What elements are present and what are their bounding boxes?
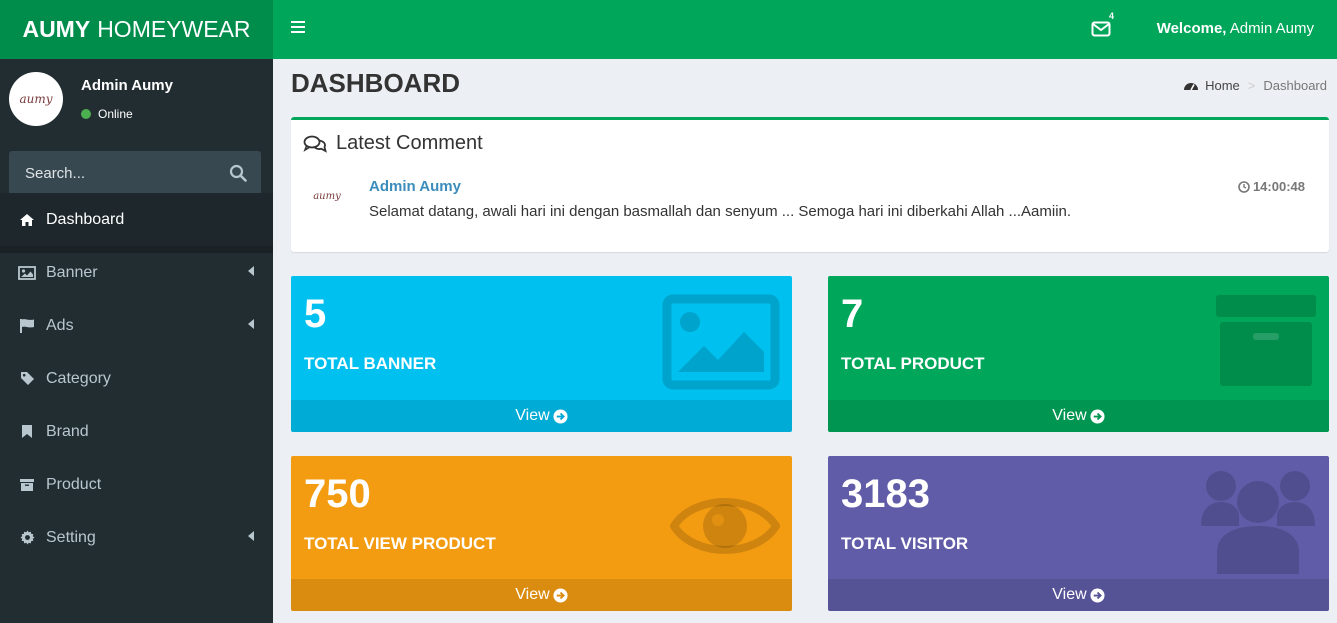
online-status-icon — [81, 109, 91, 119]
caret-left-icon — [248, 319, 254, 329]
comment-time: 14:00:48 — [1238, 179, 1305, 194]
sidebar-item-dashboard[interactable]: Dashboard — [0, 193, 273, 246]
sidebar-item-label: Category — [46, 369, 111, 387]
comment-text: Selamat datang, awali hari ini dengan ba… — [369, 203, 1072, 220]
view-banner-link[interactable]: View — [291, 400, 792, 432]
home-icon — [18, 212, 36, 228]
gear-icon — [18, 530, 36, 546]
sidebar-item-banner[interactable]: Banner — [0, 246, 273, 299]
image-icon — [662, 294, 780, 390]
stat-box-total-banner: 5 TOTAL BANNER View — [291, 276, 792, 432]
view-product-link[interactable]: View — [828, 400, 1329, 432]
page-title: DASHBOARD — [291, 68, 460, 98]
dashboard-gauge-icon — [1184, 83, 1199, 91]
arrow-circle-right-icon — [553, 587, 568, 603]
stat-box-total-visitor: 3183 TOTAL VISITOR View — [828, 456, 1329, 611]
flag-icon — [18, 318, 36, 334]
tag-icon — [18, 371, 36, 387]
stat-box-total-view-product: 750 TOTAL VIEW PRODUCT View — [291, 456, 792, 611]
stat-value: 750 — [304, 472, 371, 516]
breadcrumb-separator: > — [1247, 78, 1256, 93]
archive-icon — [18, 477, 36, 493]
welcome-name: Admin Aumy — [1229, 20, 1314, 37]
breadcrumb-home-link[interactable]: Home — [1205, 78, 1240, 93]
view-product-views-link[interactable]: View — [291, 579, 792, 611]
comment-author-link[interactable]: Admin Aumy — [369, 178, 461, 195]
view-label: View — [1052, 407, 1087, 424]
sidebar-item-label: Brand — [46, 422, 89, 440]
sidebar-menu: Dashboard Banner Ads Category Brand Prod… — [0, 193, 273, 564]
users-icon — [1201, 471, 1315, 574]
search-input[interactable] — [9, 151, 219, 195]
eye-icon — [670, 498, 780, 554]
view-label: View — [515, 586, 550, 603]
caret-left-icon — [248, 266, 254, 276]
latest-comment-box: Latest Comment aumy Admin Aumy 14:00:48 … — [291, 117, 1329, 252]
breadcrumb: Home > Dashboard — [1183, 78, 1327, 93]
view-visitor-link[interactable]: View — [828, 579, 1329, 611]
box-title: Latest Comment — [303, 132, 483, 155]
view-label: View — [515, 407, 550, 424]
stat-box-total-product: 7 TOTAL PRODUCT View — [828, 276, 1329, 432]
stat-value: 5 — [304, 292, 327, 336]
logo-bold-text: AUMY — [22, 16, 91, 42]
search-icon[interactable] — [229, 164, 247, 182]
sidebar-item-ads[interactable]: Ads — [0, 299, 273, 352]
logo-text: HOMEYWEAR — [97, 16, 251, 42]
stat-value: 7 — [841, 292, 864, 336]
user-name: Admin Aumy — [81, 77, 173, 94]
envelope-icon[interactable] — [1091, 20, 1111, 38]
sidebar-item-brand[interactable]: Brand — [0, 405, 273, 458]
sidebar-item-product[interactable]: Product — [0, 458, 273, 511]
app-logo[interactable]: AUMY HOMEYWEAR — [0, 0, 273, 59]
comments-icon — [303, 135, 327, 153]
archive-icon — [1216, 295, 1316, 386]
notification-badge: 4 — [1109, 11, 1115, 21]
user-status-label: Online — [98, 107, 133, 121]
sidebar-item-label: Product — [46, 475, 102, 493]
bookmark-icon — [18, 424, 36, 440]
sidebar-toggle-button[interactable] — [291, 21, 305, 35]
clock-icon — [1238, 180, 1250, 193]
sidebar-search — [9, 151, 261, 195]
stat-label: TOTAL PRODUCT — [841, 354, 985, 373]
arrow-circle-right-icon — [1090, 408, 1105, 424]
welcome-user-menu[interactable]: Welcome, Admin Aumy — [1157, 20, 1314, 37]
sidebar-item-label: Setting — [46, 528, 96, 546]
image-icon — [18, 265, 36, 281]
sidebar-item-label: Dashboard — [46, 210, 125, 228]
breadcrumb-current: Dashboard — [1263, 78, 1327, 93]
sidebar-item-label: Banner — [46, 263, 98, 281]
box-title-text: Latest Comment — [336, 132, 483, 154]
user-status: Online — [81, 107, 133, 121]
stat-value: 3183 — [841, 472, 930, 516]
comment-avatar: aumy — [313, 190, 341, 202]
sidebar-item-label: Ads — [46, 316, 74, 334]
arrow-circle-right-icon — [1090, 587, 1105, 603]
stat-label: TOTAL BANNER — [304, 354, 437, 373]
caret-left-icon — [248, 531, 254, 541]
comment-time-text: 14:00:48 — [1252, 179, 1305, 194]
top-navbar: 4 Welcome, Admin Aumy — [273, 0, 1337, 59]
sidebar-item-setting[interactable]: Setting — [0, 511, 273, 564]
stat-label: TOTAL VIEW PRODUCT — [304, 534, 496, 553]
user-avatar: aumy — [9, 72, 63, 126]
stat-label: TOTAL VISITOR — [841, 534, 969, 553]
welcome-label: Welcome, — [1156, 20, 1227, 37]
arrow-circle-right-icon — [553, 408, 568, 424]
sidebar-item-category[interactable]: Category — [0, 352, 273, 405]
view-label: View — [1052, 586, 1087, 603]
